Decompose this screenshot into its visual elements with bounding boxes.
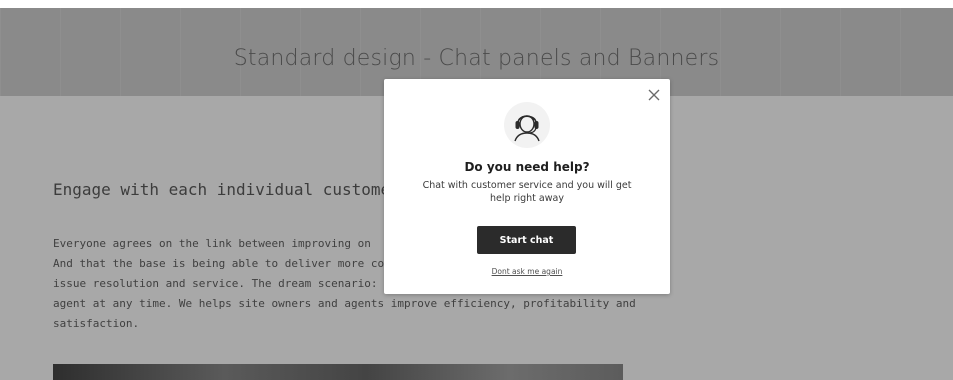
article-line: satisfaction. <box>53 317 140 330</box>
close-icon[interactable] <box>646 87 662 103</box>
dialog-description: Chat with customer service and you will … <box>422 180 632 204</box>
hero-image <box>53 364 623 380</box>
article-heading: Engage with each individual customer <box>53 180 400 199</box>
article-line: agent at any time. We helps site owners … <box>53 297 636 310</box>
page-title: Standard design - Chat panels and Banner… <box>233 46 720 71</box>
chat-help-dialog: Do you need help? Chat with customer ser… <box>384 79 670 294</box>
dialog-title: Do you need help? <box>464 160 590 174</box>
page: Standard design - Chat panels and Banner… <box>0 0 953 380</box>
support-agent-icon <box>503 101 551 149</box>
start-chat-button[interactable]: Start chat <box>477 226 576 254</box>
dont-ask-again-link[interactable]: Dont ask me again <box>384 267 670 276</box>
